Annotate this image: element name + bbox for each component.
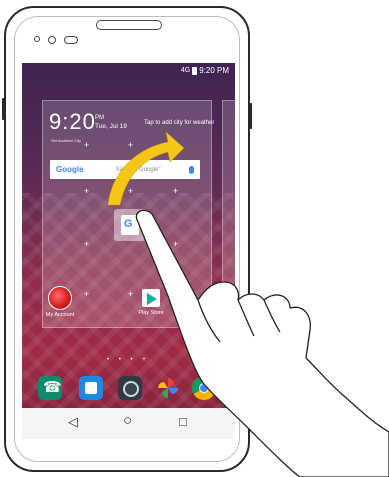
search-hint: Say "Ok Google" <box>115 166 161 173</box>
photos-icon[interactable] <box>156 376 180 400</box>
google-logo: Google <box>56 165 84 174</box>
clock-city: Set location/ City <box>51 138 82 143</box>
back-button[interactable]: ◁ <box>68 414 78 430</box>
grid-plus-icon: + <box>172 186 179 196</box>
app-play-store[interactable]: Play Store <box>129 286 173 316</box>
clock-time[interactable]: 9:20 <box>49 111 96 133</box>
app-dock <box>32 373 232 405</box>
home-screen[interactable]: 4G 9:20 PM + + + + + + + + + + + 9:20 PM… <box>22 63 235 439</box>
proximity-sensor <box>64 36 78 44</box>
phone-icon[interactable] <box>38 376 62 400</box>
google-search-bar[interactable]: Google Say "Ok Google" <box>50 160 200 179</box>
grid-plus-icon: + <box>83 239 90 249</box>
grid-plus-icon: + <box>127 186 134 196</box>
grid-plus-icon: + <box>83 289 90 299</box>
front-camera <box>48 36 56 44</box>
google-app-tile: G <box>121 215 139 235</box>
status-time: 9:20 PM <box>199 66 229 75</box>
status-bar: 4G 9:20 PM <box>181 66 229 75</box>
clock-ampm: PM <box>95 115 104 121</box>
home-button[interactable]: ○ <box>123 412 132 429</box>
front-sensor <box>34 36 40 42</box>
signal-icon: 4G <box>180 67 191 74</box>
app-my-account[interactable]: My Account <box>38 286 82 318</box>
grid-plus-icon: + <box>172 140 179 150</box>
chrome-icon[interactable] <box>192 376 216 400</box>
google-g-glyph: G <box>124 218 133 230</box>
google-app-icon-dragging[interactable]: G <box>114 209 146 241</box>
next-page-panel[interactable] <box>222 100 235 328</box>
clock-date: Tue, Jul 19 <box>95 123 127 130</box>
play-store-icon <box>140 286 162 308</box>
camera-icon[interactable] <box>118 376 142 400</box>
earpiece-speaker <box>96 20 162 30</box>
recents-button[interactable]: □ <box>179 414 187 429</box>
grid-plus-icon: + <box>127 140 134 150</box>
phone-body: 4G 9:20 PM + + + + + + + + + + + 9:20 PM… <box>2 6 252 472</box>
app-label: Play Store <box>138 310 164 316</box>
battery-icon <box>192 66 198 75</box>
grid-plus-icon: + <box>172 239 179 249</box>
grid-plus-icon: + <box>83 186 90 196</box>
my-account-icon <box>48 286 72 310</box>
microphone-icon[interactable] <box>189 165 194 174</box>
app-label: My Account <box>45 312 75 318</box>
messaging-icon[interactable] <box>79 376 103 400</box>
page-indicator[interactable]: • • • + <box>107 357 150 363</box>
weather-tip[interactable]: Tap to add city for weather <box>144 120 214 126</box>
power-button <box>249 103 252 129</box>
grid-plus-icon: + <box>83 140 90 150</box>
volume-up-button <box>2 98 5 120</box>
